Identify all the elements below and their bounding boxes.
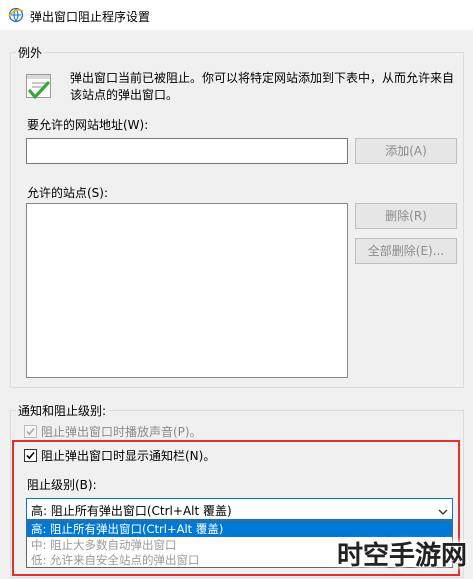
exceptions-description-line1: 弹出窗口当前已被阻止。你可以将特定网站添加到下表中，从而允许来自 (70, 71, 455, 85)
blocking-level-value: 高: 阻止所有弹出窗口(Ctrl+Alt 覆盖) (31, 504, 232, 518)
blocking-level-select[interactable]: 高: 阻止所有弹出窗口(Ctrl+Alt 覆盖) (26, 498, 453, 520)
watermark-text: 时空手游网 (336, 541, 467, 571)
allowed-sites-label: 允许的站点(S): (27, 186, 109, 200)
play-sound-label: 阻止弹出窗口时播放声音(P)。 (41, 425, 202, 439)
chevron-down-icon (438, 505, 448, 519)
remove-all-button[interactable]: 全部删除(E)... (355, 238, 457, 264)
add-button[interactable]: 添加(A) (355, 138, 457, 164)
remove-button[interactable]: 删除(R) (355, 203, 457, 229)
blocking-level-label: 阻止级别(B): (27, 478, 97, 492)
exceptions-legend: 例外 (16, 44, 45, 61)
internet-explorer-icon (8, 7, 24, 23)
notifications-legend: 通知和阻止级别: (16, 402, 109, 419)
exceptions-description-line2: 该站点的弹出窗口。 (70, 88, 179, 102)
website-address-input[interactable] (26, 138, 348, 164)
window-title: 弹出窗口阻止程序设置 (30, 10, 151, 24)
site-watermark: 时空手游网 (297, 533, 467, 573)
title-bar: 弹出窗口阻止程序设置 (0, 0, 473, 30)
play-sound-checkbox[interactable] (24, 425, 37, 438)
website-address-label: 要允许的网站地址(W): (27, 118, 149, 132)
popup-info-icon (24, 72, 54, 105)
allowed-sites-list[interactable] (26, 203, 348, 378)
